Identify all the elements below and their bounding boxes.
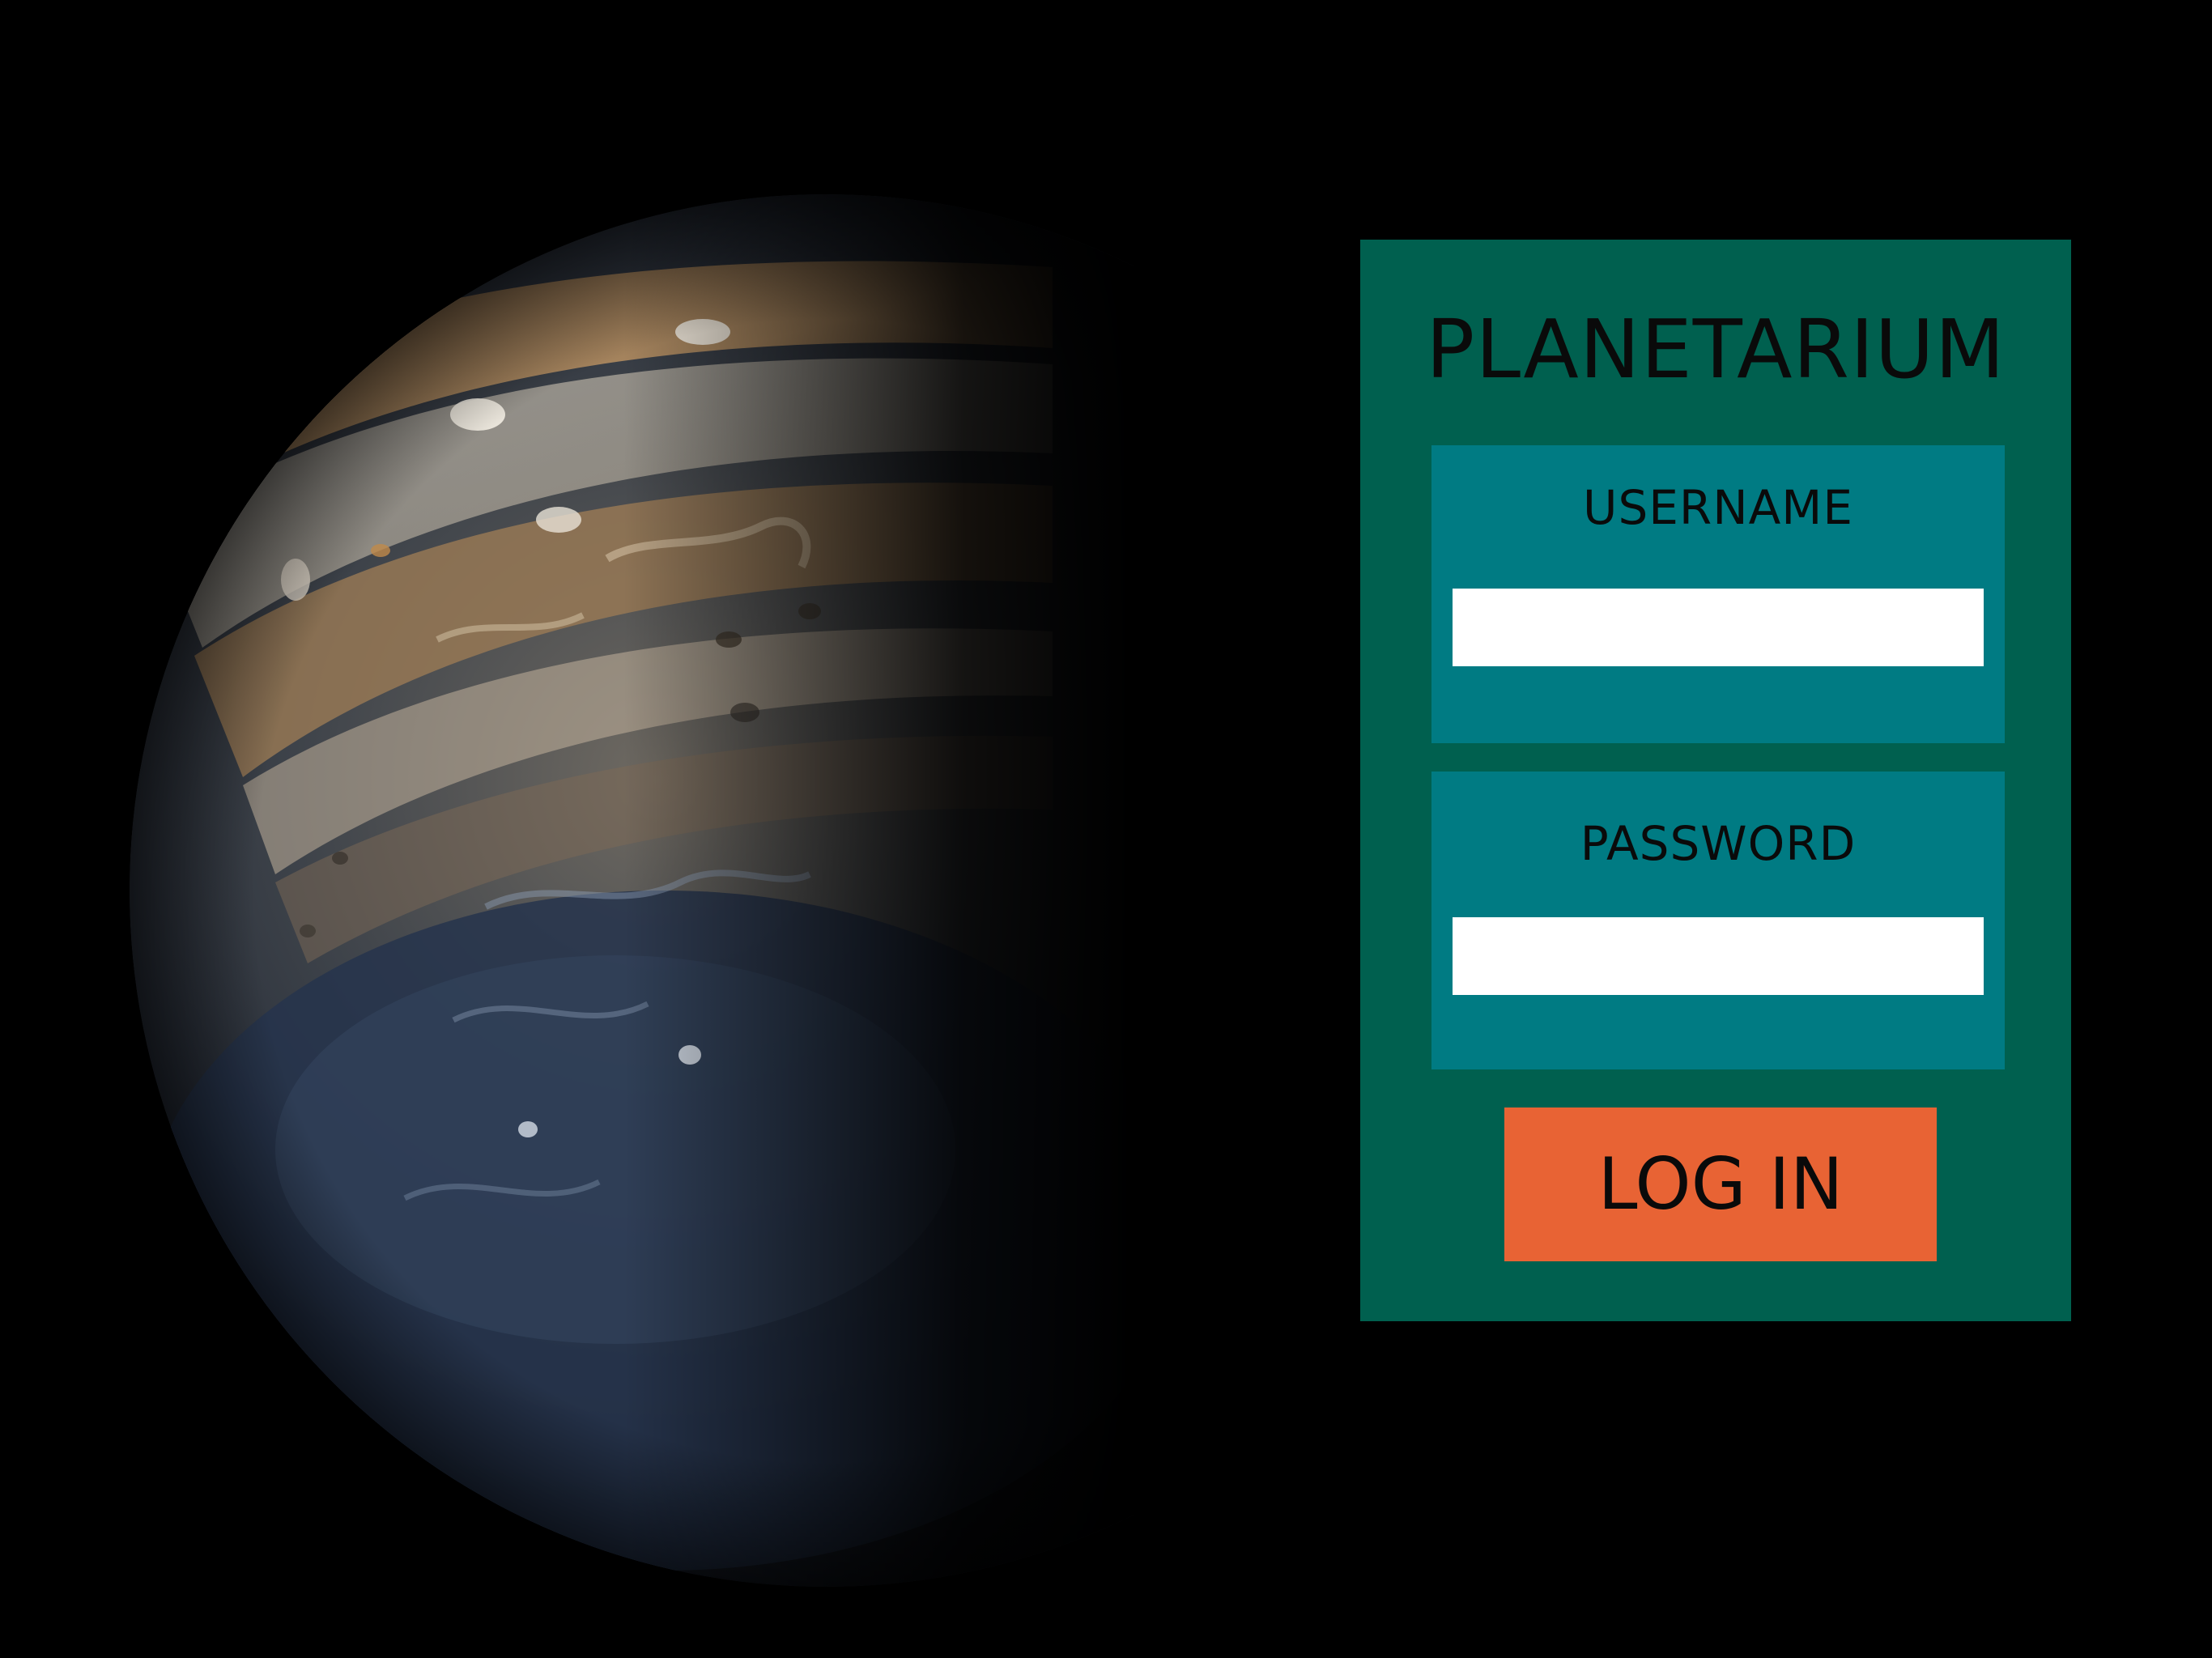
username-label: USERNAME xyxy=(1583,480,1853,535)
username-field-box: USERNAME xyxy=(1431,445,2005,743)
planet-image xyxy=(0,0,1134,1658)
password-label: PASSWORD xyxy=(1580,816,1857,871)
login-button[interactable]: LOG IN xyxy=(1504,1107,1937,1261)
login-panel: PLANETARIUM USERNAME PASSWORD LOG IN xyxy=(1360,240,2071,1321)
password-input[interactable] xyxy=(1453,917,1984,995)
jupiter-illustration xyxy=(130,194,1134,1587)
app-title: PLANETARIUM xyxy=(1426,302,2006,397)
password-field-box: PASSWORD xyxy=(1431,772,2005,1069)
username-input[interactable] xyxy=(1453,589,1984,666)
